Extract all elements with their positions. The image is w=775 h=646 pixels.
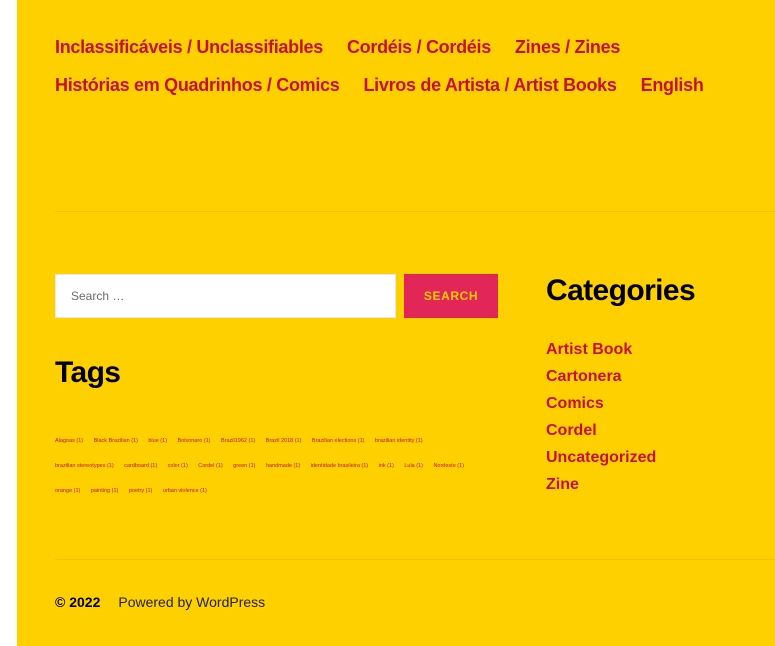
nav-item-comics[interactable]: Histórias em Quadrinhos / Comics: [55, 75, 340, 96]
tag-link[interactable]: brazilian stereotypes (1): [55, 463, 114, 469]
category-link[interactable]: Uncategorized: [546, 444, 656, 471]
tag-link[interactable]: green (1): [233, 463, 255, 469]
tag-link[interactable]: ink (1): [379, 463, 394, 469]
nav-item-english[interactable]: English: [641, 75, 704, 96]
tag-link[interactable]: Brazilian elections (1): [312, 438, 365, 444]
categories-list: Artist Book Cartonera Comics Cordel Uncatego…: [546, 336, 656, 498]
category-link[interactable]: Artist Book: [546, 336, 656, 363]
nav-row-1: Inclassificáveis / Unclassifiables Cordé…: [55, 30, 755, 64]
tag-link[interactable]: Bolsonaro (1): [177, 438, 210, 444]
tag-link[interactable]: color (1): [168, 463, 188, 469]
tag-link[interactable]: poetry (1): [129, 488, 153, 494]
tag-link[interactable]: cardboard (1): [124, 463, 157, 469]
category-link[interactable]: Comics: [546, 390, 656, 417]
tag-link[interactable]: handmade (1): [266, 463, 300, 469]
category-link[interactable]: Cordel: [546, 417, 656, 444]
tag-link[interactable]: painting (1): [91, 488, 119, 494]
tag-link[interactable]: Lula (1): [404, 463, 423, 469]
categories-heading: Categories: [546, 274, 696, 307]
search-placeholder: Search …: [71, 289, 125, 303]
powered-by-link[interactable]: Powered by WordPress: [118, 594, 265, 610]
category-link[interactable]: Cartonera: [546, 363, 656, 390]
tag-link[interactable]: Cordel (1): [198, 463, 222, 469]
tag-link[interactable]: Brazil1962 (1): [221, 438, 255, 444]
search-input[interactable]: Search …: [55, 274, 396, 318]
category-link[interactable]: Zine: [546, 471, 656, 498]
tag-link[interactable]: identidade brasileira (1): [311, 463, 368, 469]
page-background: Inclassificáveis / Unclassifiables Cordé…: [17, 0, 775, 646]
nav-item-artist-books[interactable]: Livros de Artista / Artist Books: [363, 75, 616, 96]
tags-heading: Tags: [55, 356, 121, 389]
tag-link[interactable]: Black Brazilian (1): [94, 438, 138, 444]
tag-cloud: Alagoas (1) Black Brazilian (1) blue (1)…: [55, 427, 495, 502]
search-button[interactable]: SEARCH: [404, 274, 498, 318]
tag-link[interactable]: urban violence (1): [163, 488, 207, 494]
nav-item-unclassifiables[interactable]: Inclassificáveis / Unclassifiables: [55, 37, 323, 58]
site-footer: © 2022 Powered by WordPress: [55, 594, 265, 610]
nav-item-cordeis[interactable]: Cordéis / Cordéis: [347, 37, 491, 58]
tag-link[interactable]: brazilian identity (1): [375, 438, 423, 444]
primary-navigation: Inclassificáveis / Unclassifiables Cordé…: [55, 30, 755, 102]
nav-row-2: Histórias em Quadrinhos / Comics Livros …: [55, 68, 755, 102]
footer-divider: [55, 559, 775, 560]
tag-link[interactable]: Brazil 2018 (1): [266, 438, 302, 444]
header-divider: [55, 211, 775, 212]
tag-link[interactable]: Nordeste (1): [433, 463, 464, 469]
tag-link[interactable]: Alagoas (1): [55, 438, 83, 444]
copyright-text: © 2022: [55, 594, 101, 610]
tag-link[interactable]: blue (1): [148, 438, 167, 444]
tag-link[interactable]: orange (1): [55, 488, 80, 494]
nav-item-zines[interactable]: Zines / Zines: [515, 37, 620, 58]
